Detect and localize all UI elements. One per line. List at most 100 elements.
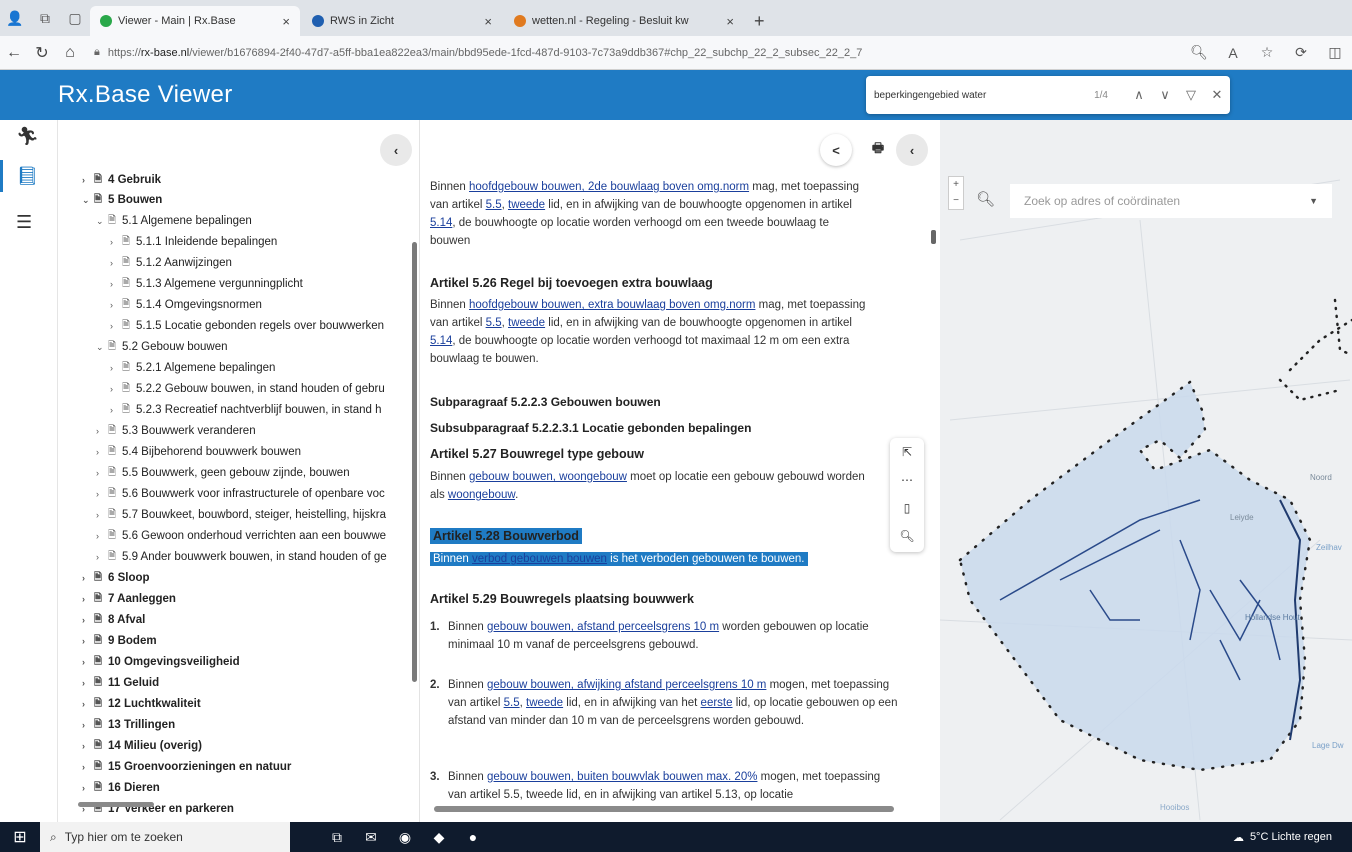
- zoom-control[interactable]: + −: [948, 176, 964, 210]
- chevron-down-icon[interactable]: ⌄: [82, 195, 94, 206]
- link[interactable]: verbod gebouwen bouwen: [472, 553, 607, 565]
- collections-icon[interactable]: ⧉: [30, 0, 60, 36]
- tree-item[interactable]: › 🗎 5.1.4 Omgevingsnormen: [110, 295, 262, 315]
- chevron-right-icon[interactable]: ›: [110, 363, 122, 373]
- map-search-icon[interactable]: 🔍︎: [976, 190, 995, 208]
- tree-item[interactable]: › 🗎 5.5 Bouwwerk, geen gebouw zijnde, bouw…: [96, 463, 350, 483]
- chevron-right-icon[interactable]: ›: [82, 783, 94, 793]
- collapse-tree-button[interactable]: ‹: [380, 134, 412, 166]
- chevron-right-icon[interactable]: ›: [82, 636, 94, 646]
- tree-scrollbar[interactable]: [412, 242, 417, 682]
- teams-icon[interactable]: ◆: [422, 829, 456, 846]
- home-icon[interactable]: ⌂: [56, 44, 84, 62]
- runner-icon[interactable]: 🏃︎: [16, 126, 39, 147]
- tree-item[interactable]: › 🗎 5.2.1 Algemene bepalingen: [110, 358, 275, 378]
- doc-horizontal-scrollbar[interactable]: [434, 806, 894, 812]
- chevron-down-icon[interactable]: ▼: [1309, 196, 1318, 206]
- chevron-right-icon[interactable]: ›: [110, 300, 122, 310]
- tree-item[interactable]: › 🗎 5.9 Ander bouwwerk bouwen, in stand ho…: [96, 547, 387, 567]
- tree-item[interactable]: › 🗎 4 Gebruik: [82, 170, 161, 190]
- taskbar-search[interactable]: ⌕ Typ hier om te zoeken: [40, 822, 290, 852]
- chevron-right-icon[interactable]: ›: [96, 552, 108, 562]
- link[interactable]: hoofdgebouw bouwen, extra bouwlaag boven…: [469, 299, 755, 311]
- tree-item[interactable]: › 🗎 5.1.5 Locatie gebonden regels over bou…: [110, 316, 384, 336]
- tree-item[interactable]: › 🗎 9 Bodem: [82, 631, 157, 651]
- chevron-right-icon[interactable]: ›: [82, 741, 94, 751]
- print-button[interactable]: 🖶︎: [862, 134, 894, 166]
- chevron-right-icon[interactable]: ›: [96, 426, 108, 436]
- tree-item[interactable]: › 🗎 10 Omgevingsveiligheid: [82, 652, 240, 672]
- profile-icon[interactable]: 👤: [0, 0, 30, 36]
- chevron-right-icon[interactable]: ›: [110, 279, 122, 289]
- tree-item[interactable]: › 🗎 5.1.1 Inleidende bepalingen: [110, 232, 277, 252]
- task-view-icon[interactable]: ⧉: [320, 829, 354, 846]
- link[interactable]: gebouw bouwen, afstand perceelsgrens 10 …: [487, 621, 719, 633]
- chevron-right-icon[interactable]: ›: [82, 573, 94, 583]
- favorite-star-icon[interactable]: ☆: [1250, 44, 1284, 61]
- find-next-icon[interactable]: ∨: [1152, 87, 1178, 103]
- doc-scrollbar[interactable]: [931, 230, 936, 244]
- map-canvas[interactable]: Leiyde Noord Zeilhav Hollandse Hout Lage…: [940, 120, 1352, 822]
- pointer-icon[interactable]: ⇱: [890, 438, 924, 466]
- browser-tab-rws[interactable]: RWS in Zicht ×: [302, 6, 502, 36]
- browser-tab-wetten[interactable]: wetten.nl - Regeling - Besluit kw ×: [504, 6, 744, 36]
- link[interactable]: 5.14: [430, 217, 452, 229]
- beperkingengebied-area[interactable]: [958, 380, 1312, 772]
- url-field[interactable]: 🔒︎ https://rx-base.nl/viewer/b1676894-2f…: [94, 41, 954, 65]
- tree-item[interactable]: › 🗎 13 Trillingen: [82, 715, 175, 735]
- chevron-right-icon[interactable]: ›: [96, 531, 108, 541]
- link[interactable]: tweede: [526, 697, 563, 709]
- link[interactable]: gebouw bouwen, woongebouw: [469, 471, 627, 483]
- tree-item[interactable]: › 🗎 6 Sloop: [82, 568, 150, 588]
- more-icon[interactable]: ⋯: [890, 466, 924, 494]
- tree-item[interactable]: › 🗎 11 Geluid: [82, 673, 159, 693]
- chevron-right-icon[interactable]: ›: [110, 237, 122, 247]
- tree-item[interactable]: › 🗎 5.3 Bouwwerk veranderen: [96, 421, 256, 441]
- find-previous-icon[interactable]: ∧: [1126, 87, 1152, 103]
- tab-close-icon[interactable]: ×: [484, 14, 492, 29]
- app-icon[interactable]: ●: [456, 829, 490, 845]
- tab-close-icon[interactable]: ×: [282, 14, 290, 29]
- tree-item[interactable]: › 🗎 5.2.3 Recreatief nachtverblijf bouwen,…: [110, 400, 381, 420]
- chevron-right-icon[interactable]: ›: [110, 405, 122, 415]
- chevron-right-icon[interactable]: ›: [82, 699, 94, 709]
- tree-item[interactable]: ⌄ 🗎 5.2 Gebouw bouwen: [96, 337, 228, 357]
- link[interactable]: tweede: [508, 317, 545, 329]
- link[interactable]: gebouw bouwen, afwijking afstand perceel…: [487, 679, 766, 691]
- windows-start-icon[interactable]: ⊞: [0, 827, 40, 847]
- link[interactable]: woongebouw: [448, 489, 515, 501]
- chevron-right-icon[interactable]: ›: [82, 762, 94, 772]
- tree-item[interactable]: › 🗎 5.1.2 Aanwijzingen: [110, 253, 232, 273]
- chevron-right-icon[interactable]: ›: [82, 615, 94, 625]
- map-search-input[interactable]: Zoek op adres of coördinaten ▼: [1010, 184, 1332, 218]
- chevron-right-icon[interactable]: ›: [82, 678, 94, 688]
- tree-item[interactable]: › 🗎 5.1.3 Algemene vergunningplicht: [110, 274, 303, 294]
- chevron-right-icon[interactable]: ›: [96, 447, 108, 457]
- tree-item[interactable]: › 🗎 5.6 Bouwwerk voor infrastructurele of …: [96, 484, 385, 504]
- chevron-right-icon[interactable]: ›: [82, 594, 94, 604]
- chevron-right-icon[interactable]: ›: [96, 468, 108, 478]
- chevron-right-icon[interactable]: ›: [82, 657, 94, 667]
- tree-item[interactable]: › 🗎 5.2.2 Gebouw bouwen, in stand houden o…: [110, 379, 385, 399]
- tree-item[interactable]: › 🗎 8 Afval: [82, 610, 145, 630]
- zoom-search-icon[interactable]: 🔍︎: [1182, 44, 1216, 61]
- tree-item[interactable]: ⌄ 🗎 5 Bouwen: [82, 190, 162, 210]
- edge-icon[interactable]: ◉: [388, 829, 422, 846]
- tree-item[interactable]: › 🗎 5.6 Gewoon onderhoud verrichten aan ee…: [96, 526, 386, 546]
- split-screen-icon[interactable]: ◫: [1318, 44, 1352, 61]
- chevron-down-icon[interactable]: ⌄: [96, 216, 108, 227]
- outlook-icon[interactable]: ✉: [354, 829, 388, 846]
- read-aloud-icon[interactable]: A: [1216, 45, 1250, 61]
- link[interactable]: 5.5: [486, 199, 502, 211]
- link[interactable]: eerste: [701, 697, 733, 709]
- link[interactable]: gebouw bouwen, buiten bouwvlak bouwen ma…: [487, 771, 757, 783]
- tree-horizontal-scrollbar[interactable]: [78, 802, 154, 807]
- refresh-icon[interactable]: ↻: [28, 43, 56, 63]
- tree-item[interactable]: › 🗎 5.4 Bijbehorend bouwwerk bouwen: [96, 442, 301, 462]
- find-filter-icon[interactable]: ▽: [1178, 87, 1204, 103]
- tab-actions-icon[interactable]: ▢: [60, 0, 90, 36]
- back-icon[interactable]: ←: [0, 44, 28, 62]
- tree-item[interactable]: ⌄ 🗎 5.1 Algemene bepalingen: [96, 211, 252, 231]
- tree-item[interactable]: › 🗎 7 Aanleggen: [82, 589, 176, 609]
- tree-item[interactable]: › 🗎 12 Luchtkwaliteit: [82, 694, 201, 714]
